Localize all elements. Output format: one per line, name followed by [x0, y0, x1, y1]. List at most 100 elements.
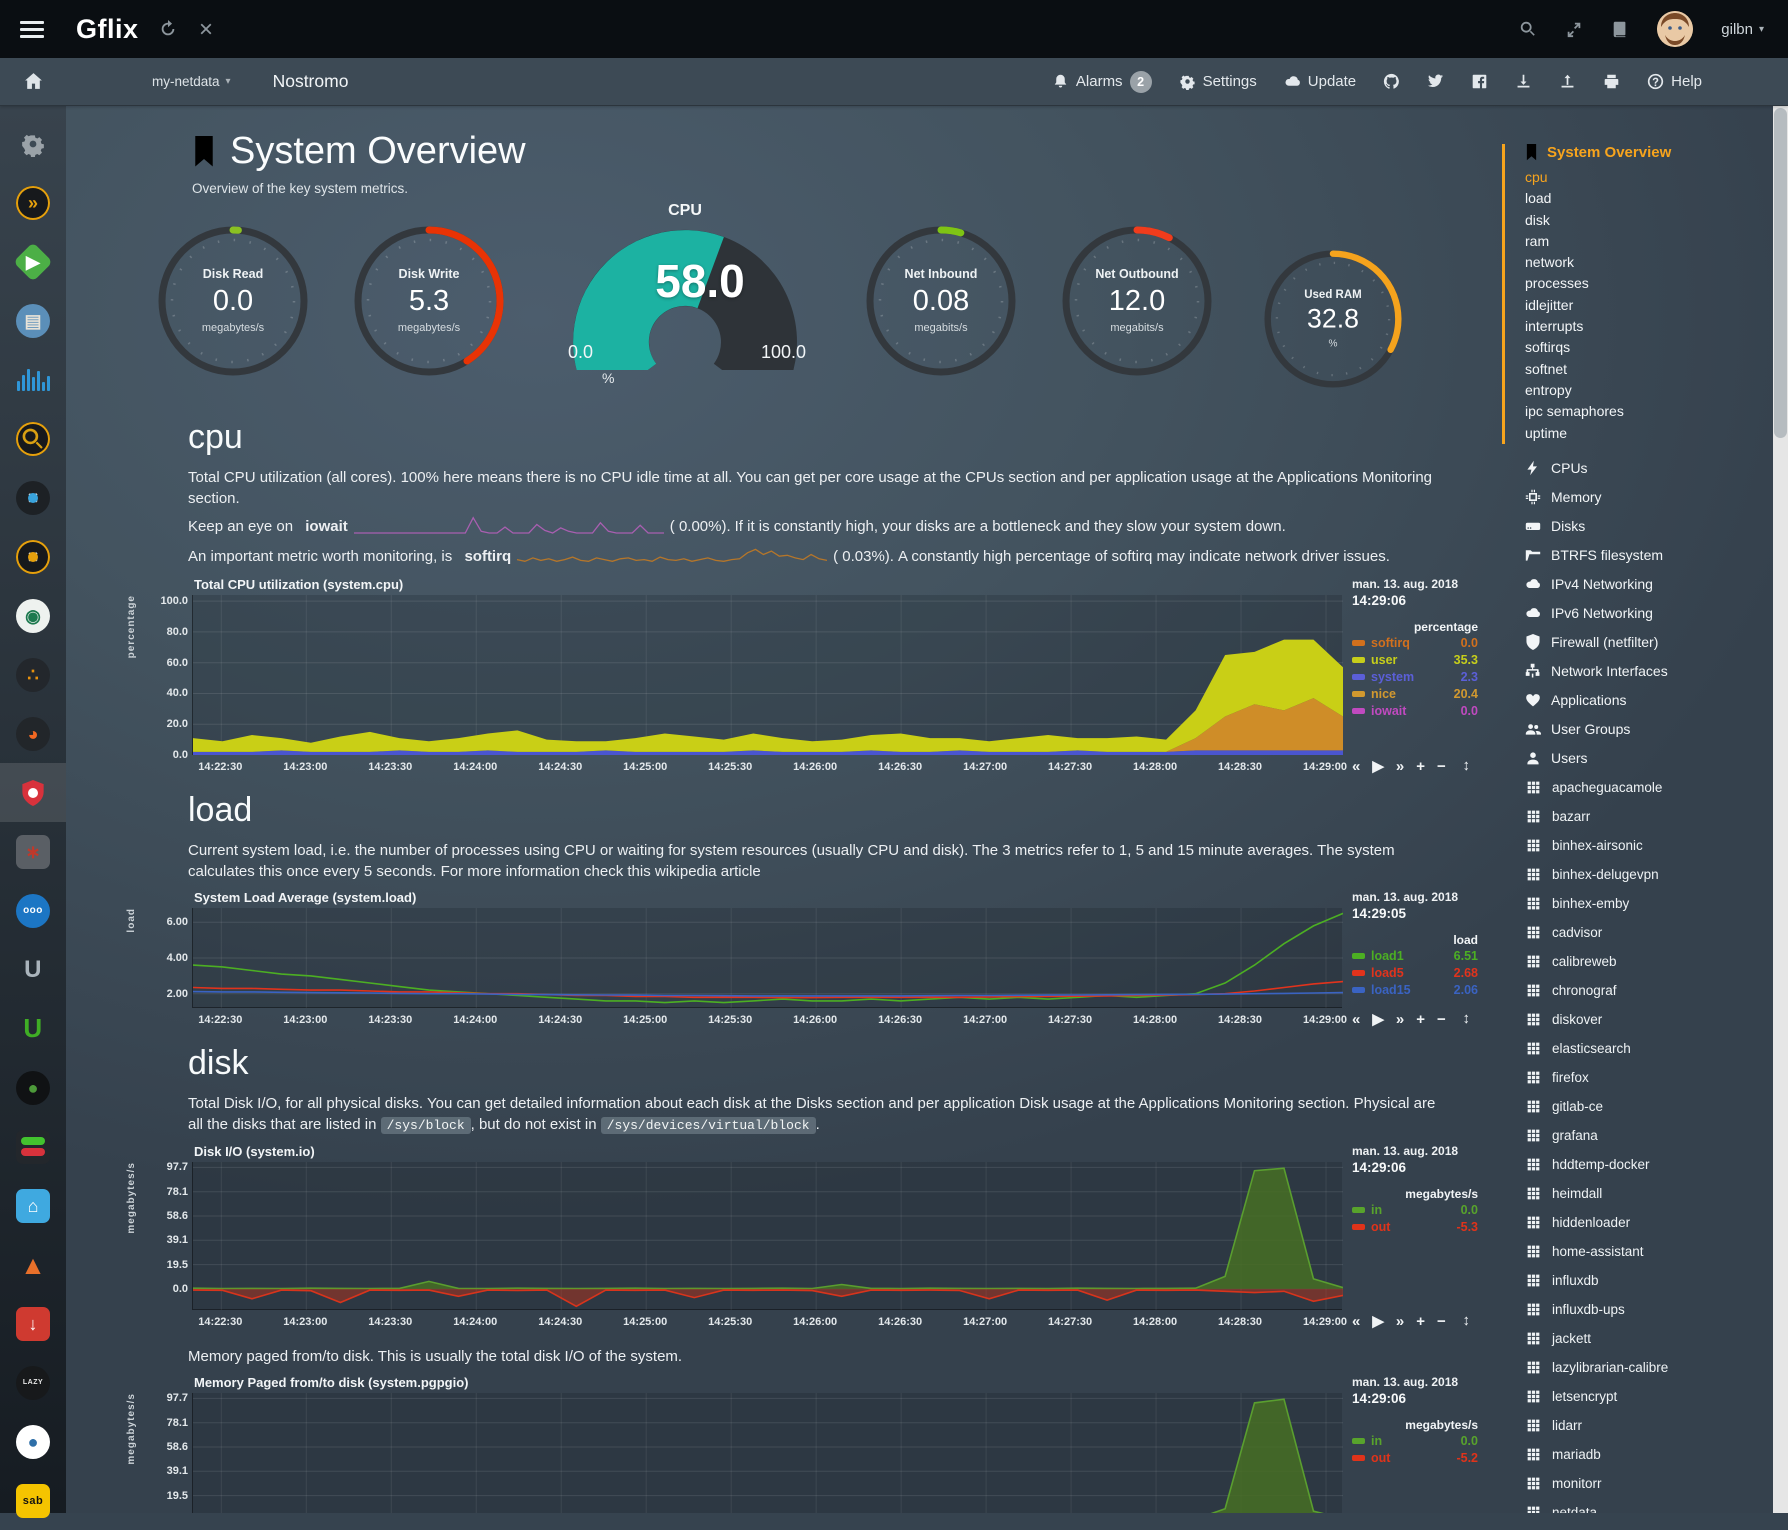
menu-app-chronograf[interactable]: chronograf [1505, 976, 1773, 1005]
menu-item-softirqs[interactable]: softirqs [1525, 337, 1773, 358]
chart-plot-area[interactable] [192, 1162, 1342, 1310]
menu-section-ipv6-networking[interactable]: IPv6 Networking [1505, 599, 1773, 628]
facebook-button[interactable] [1471, 73, 1488, 90]
legend-row-load5[interactable]: load5 2.68 [1352, 964, 1478, 981]
rail-u-grey-icon[interactable]: U [0, 940, 66, 999]
menu-app-bazarr[interactable]: bazarr [1505, 802, 1773, 831]
menu-app-monitorr[interactable]: monitorr [1505, 1469, 1773, 1498]
chart-pan-left-button[interactable]: « [1352, 1011, 1360, 1028]
menu-item-interrupts[interactable]: interrupts [1525, 316, 1773, 337]
menu-app-home-assistant[interactable]: home-assistant [1505, 1237, 1773, 1266]
rail-u-green-icon[interactable]: U [0, 999, 66, 1058]
menu-app-influxdb-ups[interactable]: influxdb-ups [1505, 1295, 1773, 1324]
chart-resize-handle[interactable]: ↕ [1463, 1010, 1471, 1027]
fullscreen-icon[interactable] [1565, 20, 1583, 38]
menu-item-softnet[interactable]: softnet [1525, 359, 1773, 380]
scrollbar-thumb[interactable] [1774, 108, 1787, 438]
rail-petals-orange-icon[interactable]: × [0, 527, 66, 586]
memory-paged-chart[interactable]: Memory Paged from/to disk (system.pgpgio… [126, 1375, 1500, 1513]
rail-shield-red-icon[interactable] [0, 763, 66, 822]
rail-petals-blue-icon[interactable]: × [0, 468, 66, 527]
menu-app-mariadb[interactable]: mariadb [1505, 1440, 1773, 1469]
chart-pan-right-button[interactable]: » [1396, 1011, 1404, 1028]
close-tab-icon[interactable] [197, 20, 215, 38]
legend-row-user[interactable]: user 35.3 [1352, 651, 1478, 668]
menu-system-overview[interactable]: System Overview [1525, 144, 1773, 161]
chart-zoom-out-button[interactable]: − [1437, 1313, 1446, 1330]
rail-home-assistant-icon[interactable]: ⌂ [0, 1176, 66, 1235]
chart-zoom-in-button[interactable]: + [1416, 758, 1425, 775]
gauge-net-inbound[interactable]: Net Inbound 0.08 megabits/s [860, 206, 1022, 396]
legend-row-iowait[interactable]: iowait 0.0 [1352, 702, 1478, 719]
rail-nextcloud-icon[interactable]: ooo [0, 881, 66, 940]
legend-row-out[interactable]: out -5.2 [1352, 1449, 1478, 1466]
legend-row-system[interactable]: system 2.3 [1352, 668, 1478, 685]
menu-app-cadvisor[interactable]: cadvisor [1505, 918, 1773, 947]
rail-search-app-icon[interactable] [0, 409, 66, 468]
rail-sab-icon[interactable]: sab [0, 1471, 66, 1530]
rail-gitlab-icon[interactable]: ▲ [0, 1235, 66, 1294]
hamburger-menu-icon[interactable] [20, 17, 44, 42]
chart-plot-area[interactable] [192, 908, 1342, 1008]
menu-item-idlejitter[interactable]: idlejitter [1525, 295, 1773, 316]
chart-resize-handle[interactable]: ↕ [1463, 1312, 1471, 1329]
menu-section-btrfs-filesystem[interactable]: BTRFS filesystem [1505, 541, 1773, 570]
menu-section-users[interactable]: Users [1505, 744, 1773, 773]
rail-library-icon[interactable]: ▤ [0, 291, 66, 350]
menu-section-disks[interactable]: Disks [1505, 512, 1773, 541]
legend-row-in[interactable]: in 0.0 [1352, 1432, 1478, 1449]
refresh-icon[interactable] [159, 20, 177, 38]
load-chart[interactable]: System Load Average (system.load) load6.… [126, 890, 1500, 1030]
chart-pan-right-button[interactable]: » [1396, 1313, 1404, 1330]
gauge-net-outbound[interactable]: Net Outbound 12.0 megabits/s [1056, 206, 1218, 396]
search-icon[interactable] [1519, 20, 1537, 38]
changelog-icon[interactable] [1611, 20, 1629, 38]
cpu-chart[interactable]: Total CPU utilization (system.cpu) perce… [126, 577, 1500, 777]
menu-item-uptime[interactable]: uptime [1525, 423, 1773, 444]
menu-app-binhex-airsonic[interactable]: binhex-airsonic [1505, 831, 1773, 860]
rail-drop-icon[interactable]: ● [0, 1412, 66, 1471]
menu-item-entropy[interactable]: entropy [1525, 380, 1773, 401]
menu-section-user-groups[interactable]: User Groups [1505, 715, 1773, 744]
gauge-disk-write[interactable]: Disk Write 5.3 megabytes/s [348, 206, 510, 396]
menu-section-ipv4-networking[interactable]: IPv4 Networking [1505, 570, 1773, 599]
menu-item-ram[interactable]: ram [1525, 231, 1773, 252]
chart-play-button[interactable]: ▶ [1372, 1312, 1384, 1330]
menu-app-netdata[interactable]: netdata [1505, 1498, 1773, 1513]
help-button[interactable]: Help [1647, 73, 1702, 90]
avatar[interactable] [1657, 11, 1693, 47]
menu-app-heimdall[interactable]: heimdall [1505, 1179, 1773, 1208]
menu-item-load[interactable]: load [1525, 188, 1773, 209]
gauge-cpu[interactable]: CPU58.0 0.0 100.0 % [550, 202, 820, 398]
rail-soundwave-icon[interactable] [0, 350, 66, 409]
gauge-disk-read[interactable]: Disk Read 0.0 megabytes/s [152, 206, 314, 396]
menu-app-calibreweb[interactable]: calibreweb [1505, 947, 1773, 976]
menu-section-firewall-netfilter-[interactable]: Firewall (netfilter) [1505, 628, 1773, 657]
menu-app-binhex-emby[interactable]: binhex-emby [1505, 889, 1773, 918]
menu-item-ipc-semaphores[interactable]: ipc semaphores [1525, 401, 1773, 422]
rail-emby-icon[interactable]: ▶ [0, 232, 66, 291]
chart-resize-handle[interactable]: ↕ [1463, 757, 1471, 774]
menu-section-network-interfaces[interactable]: Network Interfaces [1505, 657, 1773, 686]
menu-item-cpu[interactable]: cpu [1525, 167, 1773, 188]
menu-app-hiddenloader[interactable]: hiddenloader [1505, 1208, 1773, 1237]
chart-zoom-in-button[interactable]: + [1416, 1011, 1425, 1028]
user-menu[interactable]: gilbn ▾ [1721, 21, 1764, 38]
chart-pan-left-button[interactable]: « [1352, 758, 1360, 775]
rail-swirl-icon[interactable]: ◉ [0, 586, 66, 645]
alarms-button[interactable]: Alarms 2 [1052, 71, 1152, 93]
export-button[interactable] [1515, 73, 1532, 90]
chart-pan-right-button[interactable]: » [1396, 758, 1404, 775]
menu-item-disk[interactable]: disk [1525, 210, 1773, 231]
menu-app-hddtemp-docker[interactable]: hddtemp-docker [1505, 1150, 1773, 1179]
menu-section-applications[interactable]: Applications [1505, 686, 1773, 715]
rail-lazylibrarian-icon[interactable]: LAZY [0, 1353, 66, 1412]
chart-zoom-out-button[interactable]: − [1437, 1011, 1446, 1028]
chart-plot-area[interactable] [192, 1393, 1342, 1513]
import-button[interactable] [1559, 73, 1576, 90]
update-button[interactable]: Update [1284, 73, 1356, 90]
legend-row-softirq[interactable]: softirq 0.0 [1352, 634, 1478, 651]
server-dropdown[interactable]: my-netdata ▾ [152, 74, 231, 89]
menu-section-cpus[interactable]: CPUs [1505, 454, 1773, 483]
rail-grafana-icon[interactable]: ◕ [0, 704, 66, 763]
